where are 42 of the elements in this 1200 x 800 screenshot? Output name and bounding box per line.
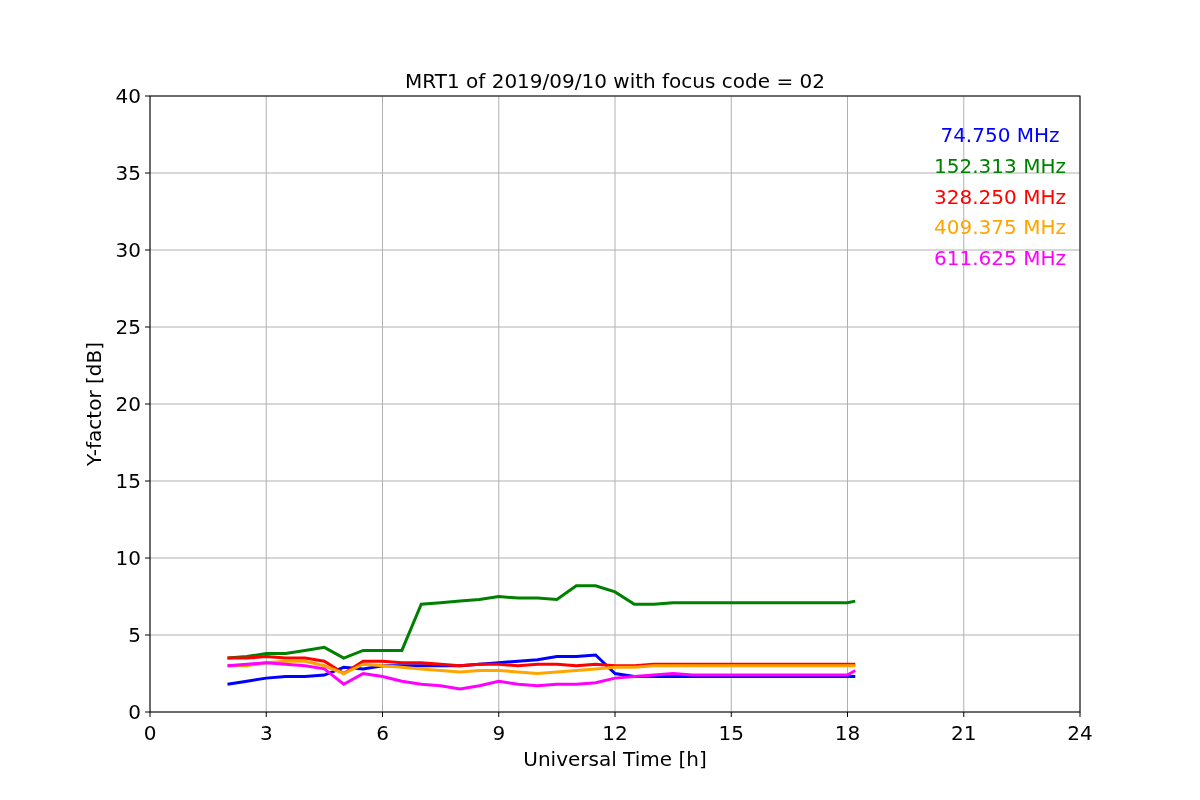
chart-title: MRT1 of 2019/09/10 with focus code = 02: [405, 69, 825, 93]
y-tick-label: 15: [115, 469, 141, 493]
tick-mark: [847, 711, 848, 718]
y-tick-label: 40: [115, 84, 141, 108]
legend-label: 74.750 MHz: [940, 123, 1060, 147]
x-axis-label: Universal Time [h]: [523, 747, 707, 771]
tick-mark: [614, 711, 616, 718]
x-tick-label: 18: [834, 721, 861, 745]
tick-mark: [144, 403, 151, 405]
legend-label: 152.313 MHz: [934, 153, 1066, 178]
legend-label: 409.375 MHz: [934, 215, 1066, 240]
legend-label: 611.625 MHz: [934, 246, 1066, 271]
y-tick-label: 0: [128, 700, 141, 724]
tick-mark: [144, 557, 151, 559]
x-tick-label: 12: [602, 721, 628, 745]
y-tick-label: 35: [115, 161, 141, 185]
tick-mark: [730, 711, 732, 718]
y-tick-label: 10: [115, 546, 141, 570]
x-tick-label: 3: [259, 721, 273, 745]
tick-mark: [144, 480, 151, 482]
y-tick-label: 20: [115, 392, 141, 416]
x-tick-label: 15: [718, 721, 744, 745]
y-tick-label: 30: [115, 238, 141, 262]
tick-mark: [144, 249, 151, 251]
x-tick-label: 0: [143, 721, 157, 745]
x-tick-label: 6: [376, 721, 389, 745]
tick-mark: [498, 711, 500, 718]
x-tick-label: 21: [951, 721, 977, 745]
tick-mark: [963, 711, 965, 718]
tick-mark: [1079, 711, 1081, 718]
tick-mark: [265, 711, 267, 718]
x-tick-label: 9: [492, 721, 506, 745]
tick-mark: [144, 172, 151, 174]
tick-mark: [382, 711, 383, 718]
tick-mark: [144, 95, 151, 97]
y-tick-label: 5: [128, 623, 141, 647]
tick-mark: [144, 326, 151, 328]
x-tick-label: 24: [1067, 721, 1093, 745]
tick-mark: [144, 634, 151, 636]
y-tick-label: 25: [115, 315, 141, 339]
legend-label: 328.250 MHz: [934, 184, 1066, 209]
y-axis-label: Y-factor [dB]: [82, 342, 106, 466]
